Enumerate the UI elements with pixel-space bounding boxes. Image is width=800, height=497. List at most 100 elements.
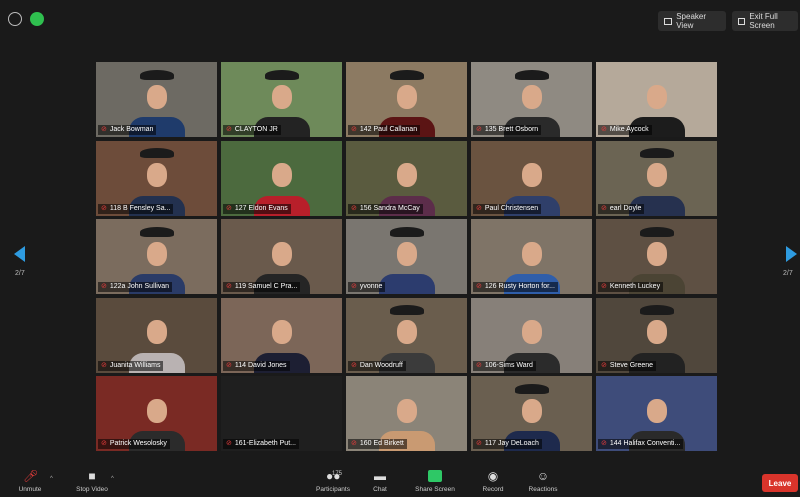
participant-name-label: ⊘ Patrick Wesolosky bbox=[98, 439, 170, 449]
record-icon: ◉ bbox=[487, 469, 499, 483]
participant-tile[interactable]: ⊘ Kenneth Luckey bbox=[596, 219, 717, 294]
participant-tile[interactable]: ⊘ Jack Bowman bbox=[96, 62, 217, 137]
participant-tile[interactable]: ⊘ CLAYTON JR bbox=[221, 62, 342, 137]
participant-tile[interactable]: ⊘ 114 David Jones bbox=[221, 297, 342, 373]
participant-tile[interactable]: ⊘ 122a John Sullivan bbox=[96, 219, 217, 294]
reactions-button[interactable]: ☺ Reactions bbox=[513, 462, 573, 497]
participant-face bbox=[271, 320, 292, 344]
participant-name: Juanita Williams bbox=[109, 361, 161, 369]
tricorn-hat bbox=[639, 148, 674, 158]
reactions-label: Reactions bbox=[528, 486, 558, 493]
participant-tile[interactable]: ⊘ earl Doyle bbox=[596, 140, 717, 216]
participant-name-label: ⊘ Juanita Williams bbox=[98, 360, 164, 371]
participant-tile[interactable]: ⊘ 118 B Fensley Sa... bbox=[96, 140, 217, 216]
participant-face bbox=[646, 84, 667, 109]
participant-tile[interactable]: ⊘ Juanita Williams bbox=[96, 297, 217, 373]
participant-tile[interactable]: ⊘ Patrick Wesolosky bbox=[96, 376, 217, 451]
participant-name: 106-Sims Ward bbox=[484, 361, 533, 369]
participant-tile[interactable]: ⊘ 135 Brett Osborn bbox=[471, 62, 592, 137]
muted-mic-icon: ⊘ bbox=[101, 361, 107, 369]
participant-tile[interactable]: ⊘ Paul Christensen bbox=[471, 140, 592, 216]
exit-full-screen-icon bbox=[738, 17, 746, 25]
participant-tile[interactable]: ⊘ 117 Jay DeLoach bbox=[471, 376, 592, 451]
participant-name: 160 Ed Birkett bbox=[359, 440, 404, 447]
participant-face bbox=[146, 163, 167, 187]
participant-face bbox=[521, 320, 542, 344]
participant-tile[interactable]: ⊘ 144 Halifax Conventi... bbox=[596, 376, 717, 451]
muted-mic-icon: ⊘ bbox=[601, 361, 607, 369]
stop-video-label: Stop Video bbox=[76, 486, 108, 493]
muted-mic-icon: ⊘ bbox=[601, 204, 607, 212]
leave-meeting-button[interactable]: Leave bbox=[762, 474, 798, 492]
participant-name: 117 Jay DeLoach bbox=[484, 440, 539, 447]
participant-face bbox=[646, 398, 667, 423]
participant-face bbox=[646, 163, 667, 187]
security-shield-icon[interactable] bbox=[30, 12, 44, 26]
participant-tile[interactable]: ⊘ Mike Aycock bbox=[596, 62, 717, 137]
participant-name-label: ⊘ 106-Sims Ward bbox=[473, 360, 536, 371]
participant-tile[interactable]: ⊘ 161-Elizabeth Put... bbox=[221, 376, 342, 451]
participant-face bbox=[646, 241, 667, 266]
share-screen-button[interactable]: Share Screen bbox=[405, 462, 465, 497]
participant-face bbox=[146, 398, 167, 423]
participant-face bbox=[271, 241, 292, 266]
tricorn-hat bbox=[389, 226, 424, 237]
muted-mic-icon: ⊘ bbox=[351, 126, 357, 133]
participant-tile[interactable]: ⊘ 160 Ed Birkett bbox=[346, 376, 467, 451]
participant-tile[interactable]: ⊘ 127 Eldon Evans bbox=[221, 140, 342, 216]
participant-name-label: ⊘ 160 Ed Birkett bbox=[348, 439, 407, 449]
muted-mic-icon: ⊘ bbox=[226, 440, 232, 447]
participant-name-label: ⊘ 122a John Sullivan bbox=[98, 282, 173, 292]
muted-mic-icon: ⊘ bbox=[476, 283, 482, 290]
participant-name: yvonne bbox=[359, 283, 383, 290]
participant-tile[interactable]: ⊘ Steve Greene bbox=[596, 297, 717, 373]
participant-face bbox=[646, 320, 667, 344]
participant-tile[interactable]: ⊘ 142 Paul Callanan bbox=[346, 62, 467, 137]
participant-tile[interactable]: ⊘ 156 Sandra McCay bbox=[346, 140, 467, 216]
participant-face bbox=[396, 398, 417, 423]
participant-face bbox=[396, 241, 417, 266]
muted-mic-icon: ⊘ bbox=[226, 126, 232, 133]
muted-mic-icon: ⊘ bbox=[351, 283, 357, 290]
participant-face bbox=[271, 163, 292, 187]
chat-label: Chat bbox=[373, 486, 387, 493]
muted-mic-icon: ⊘ bbox=[476, 204, 482, 212]
participant-tile[interactable]: ⊘ yvonne bbox=[346, 219, 467, 294]
participant-name-label: ⊘ 118 B Fensley Sa... bbox=[98, 203, 174, 214]
audio-options-chevron-icon[interactable]: ^ bbox=[50, 476, 53, 482]
muted-mic-icon: ⊘ bbox=[601, 440, 607, 447]
speaker-view-button[interactable]: Speaker View bbox=[658, 11, 726, 31]
participant-name-label: ⊘ Steve Greene bbox=[598, 360, 657, 371]
participant-face bbox=[146, 241, 167, 266]
participant-face bbox=[396, 163, 417, 187]
next-page-arrow-icon[interactable] bbox=[786, 246, 797, 262]
share-screen-icon bbox=[428, 470, 442, 482]
muted-mic-icon: ⊘ bbox=[101, 204, 107, 212]
participant-tile[interactable]: ⊘ 126 Rusty Horton for... bbox=[471, 219, 592, 294]
chat-button[interactable]: ▬ Chat bbox=[350, 462, 410, 497]
meeting-controls-bar: 🎤︎ Unmute ^ ■ Stop Video ^ ●● 175 Partic… bbox=[0, 462, 800, 497]
gallery-grid: ⊘ Jack Bowman ⊘ CLAYTON JR ⊘ 142 Paul Callana… bbox=[96, 62, 717, 451]
tricorn-hat bbox=[639, 226, 674, 237]
muted-mic-icon: ⊘ bbox=[601, 283, 607, 290]
exit-full-screen-label: Exit Full Screen bbox=[749, 12, 778, 30]
participant-tile[interactable]: ⊘ 106-Sims Ward bbox=[471, 297, 592, 373]
exit-full-screen-button[interactable]: Exit Full Screen bbox=[732, 11, 798, 31]
participant-name-label: ⊘ Dan Woodruff bbox=[348, 360, 406, 371]
muted-mic-icon: ⊘ bbox=[101, 283, 107, 290]
participant-tile[interactable]: ⊘ 119 Samuel C Pra... bbox=[221, 219, 342, 294]
participant-name-label: ⊘ 117 Jay DeLoach bbox=[473, 439, 542, 449]
participant-face bbox=[521, 241, 542, 266]
participant-name-label: ⊘ 126 Rusty Horton for... bbox=[473, 282, 558, 292]
participant-tile[interactable]: ⊘ Dan Woodruff bbox=[346, 297, 467, 373]
participant-name: earl Doyle bbox=[609, 204, 642, 212]
previous-page-arrow-icon[interactable] bbox=[14, 246, 25, 262]
participant-face bbox=[396, 320, 417, 344]
video-options-chevron-icon[interactable]: ^ bbox=[111, 476, 114, 482]
participant-face bbox=[271, 84, 292, 109]
participant-face bbox=[146, 320, 167, 344]
participant-name: 118 B Fensley Sa... bbox=[109, 204, 171, 212]
speaker-view-icon bbox=[664, 17, 673, 25]
muted-mic-icon: ⊘ bbox=[351, 204, 357, 212]
meeting-info-icon[interactable] bbox=[8, 12, 22, 26]
